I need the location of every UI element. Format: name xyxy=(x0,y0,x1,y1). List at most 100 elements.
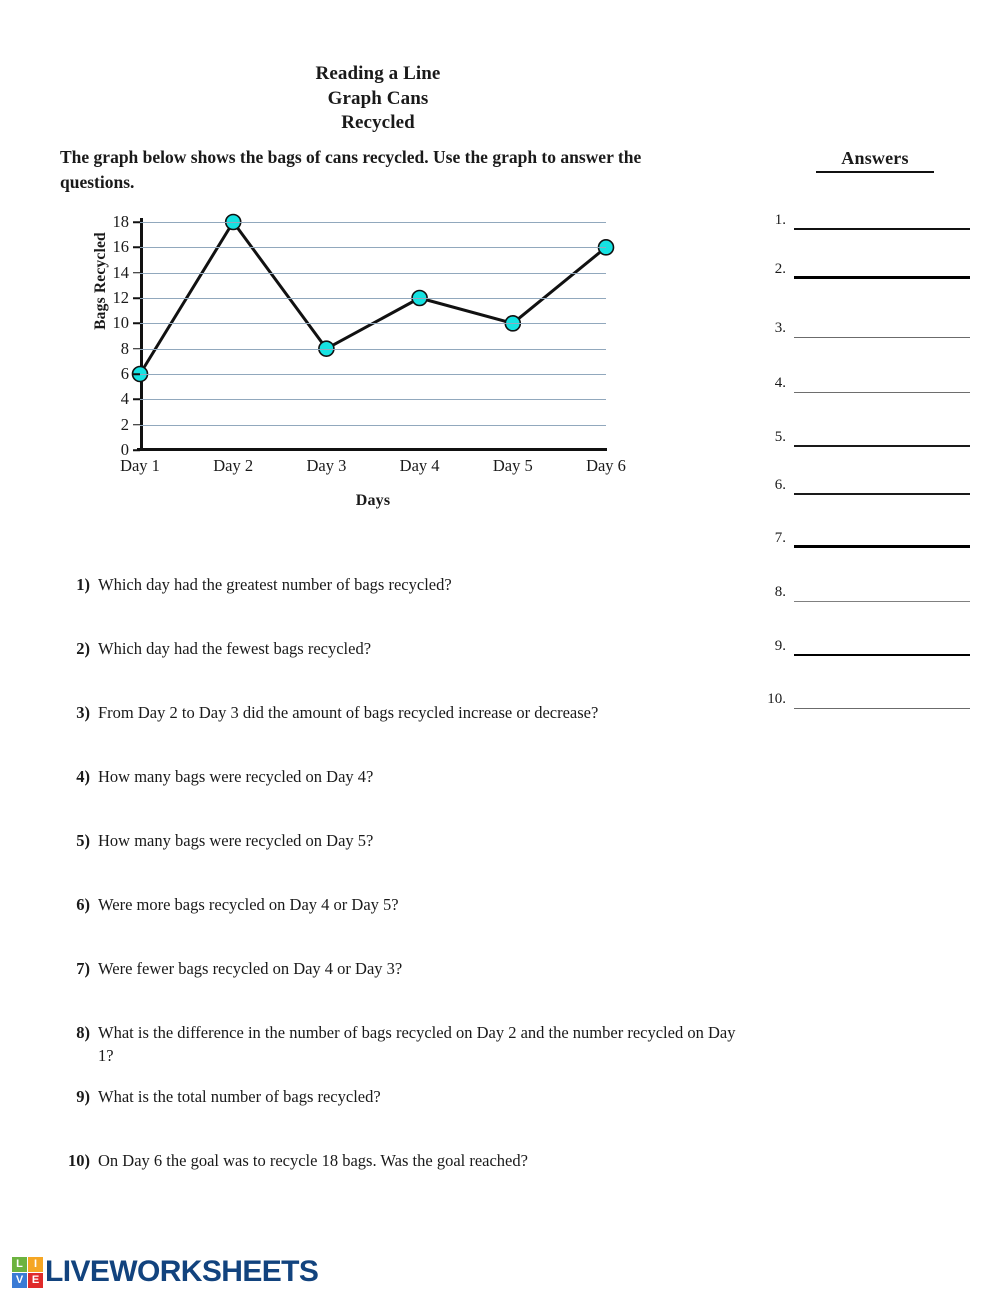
answer-row: 10. xyxy=(760,689,970,709)
answer-number: 7. xyxy=(774,530,786,546)
answer-blank-line[interactable] xyxy=(794,653,970,656)
answer-number: 10. xyxy=(767,691,786,707)
question-text: Which day had the greatest number of bag… xyxy=(98,575,452,594)
logo-tile-i: I xyxy=(28,1256,43,1272)
x-axis-tick-labels: Day 1 Day 2 Day 3 Day 4 Day 5 Day 6 xyxy=(116,456,626,482)
answer-row: 6. xyxy=(760,475,970,495)
question-number: 8) xyxy=(76,1023,90,1042)
liveworksheets-logo: LIVE LIVEWORKSHEETS xyxy=(12,1255,319,1289)
answer-blank-line[interactable] xyxy=(794,276,970,279)
y-axis-tick-label: 16 xyxy=(112,237,130,257)
gridline xyxy=(140,222,606,223)
y-axis-tick-mark xyxy=(133,297,140,299)
question-text: How many bags were recycled on Day 4? xyxy=(98,767,374,786)
page-title-line-3: Recycled xyxy=(341,112,415,133)
y-axis-tick-label: 2 xyxy=(120,414,129,434)
y-axis-tick-mark xyxy=(133,221,140,223)
data-series xyxy=(131,213,615,383)
y-axis-title: Bags Recycled xyxy=(92,232,109,330)
answers-heading: Answers xyxy=(816,148,934,173)
y-axis-tick-label: 6 xyxy=(120,363,129,383)
question-text: What is the difference in the number of … xyxy=(98,1023,736,1065)
question-item: 7) Were fewer bags recycled on Day 4 or D… xyxy=(60,957,748,980)
answer-number: 1. xyxy=(774,212,786,228)
page-title: Reading a Line Graph Cans Recycled xyxy=(0,62,756,136)
question-item: 4) How many bags were recycled on Day 4? xyxy=(60,765,748,788)
question-text: Which day had the fewest bags recycled? xyxy=(98,639,372,658)
question-item: 9) What is the total number of bags recyc… xyxy=(60,1085,748,1108)
answer-row: 4. xyxy=(760,373,970,393)
gridline xyxy=(140,399,606,401)
answer-blank-line[interactable] xyxy=(794,707,970,709)
gridline xyxy=(140,424,606,426)
questions-list: 1) Which day had the greatest number of b… xyxy=(60,573,735,1193)
answer-blank-line[interactable] xyxy=(794,493,970,495)
answers-panel: Answers 1. 2. 3. 4. 5. 6. 7. 8. 9. 10. xyxy=(760,148,970,709)
question-text: From Day 2 to Day 3 did the amount of ba… xyxy=(98,703,599,722)
question-item: 10) On Day 6 the goal was to recycle 18 b… xyxy=(60,1149,748,1172)
line-chart: Bags Recycled 0 2 4 6 8 10 12 14 16 18 Day 1 Day 2… xyxy=(88,213,648,522)
answer-blank-line[interactable] xyxy=(794,391,970,393)
page-title-line-1: Reading a Line xyxy=(315,63,441,84)
x-axis-tick-label: Day 3 xyxy=(306,456,347,475)
answer-number: 6. xyxy=(774,477,786,493)
gridline xyxy=(140,272,606,274)
y-axis-tick-mark xyxy=(133,423,140,426)
x-axis-tick-label: Day 1 xyxy=(120,456,160,475)
question-text: Were fewer bags recycled on Day 4 or Day… xyxy=(98,959,403,978)
y-axis-tick-label: 4 xyxy=(120,389,129,409)
x-axis-tick-label: Day 6 xyxy=(586,456,626,475)
page-title-line-2: Graph Cans xyxy=(327,87,429,109)
logo-tile-l: L xyxy=(12,1256,27,1272)
answer-blank-line[interactable] xyxy=(794,445,970,447)
question-item: 6) Were more bags recycled on Day 4 or Da… xyxy=(60,893,748,916)
gridline xyxy=(140,348,606,350)
answer-row: 8. xyxy=(760,582,970,602)
question-number: 6) xyxy=(76,895,90,914)
answer-number: 5. xyxy=(774,429,786,445)
answer-blank-line[interactable] xyxy=(794,545,970,548)
y-axis-tick-label: 8 xyxy=(120,338,129,358)
plot-area: 0 2 4 6 8 10 12 14 16 18 xyxy=(113,213,615,457)
answer-row: 5. xyxy=(760,427,970,447)
gridline xyxy=(140,374,606,375)
question-text: Were more bags recycled on Day 4 or Day … xyxy=(98,895,399,914)
answer-number: 3. xyxy=(774,320,786,336)
question-number: 10) xyxy=(68,1151,90,1170)
question-item: 3) From Day 2 to Day 3 did the amount of … xyxy=(60,701,748,724)
answer-blank-line[interactable] xyxy=(794,336,970,338)
x-axis-tick-label: Day 4 xyxy=(399,456,440,475)
y-axis-tick-label: 14 xyxy=(112,262,130,282)
answer-blank-line[interactable] xyxy=(794,228,970,230)
y-axis-tick-label: 12 xyxy=(112,287,130,307)
logo-tile-v: V xyxy=(12,1272,27,1288)
answer-number: 4. xyxy=(774,375,786,391)
x-axis-tick-label: Day 2 xyxy=(213,456,254,475)
question-number: 9) xyxy=(76,1087,90,1106)
question-number: 7) xyxy=(76,959,90,978)
question-text: How many bags were recycled on Day 5? xyxy=(98,831,374,850)
question-number: 3) xyxy=(76,703,90,722)
y-axis-tick-mark xyxy=(133,398,140,401)
question-item: 1) Which day had the greatest number of b… xyxy=(60,573,748,596)
answer-number: 2. xyxy=(774,261,786,277)
y-axis-tick-mark xyxy=(133,347,140,350)
answer-row: 9. xyxy=(760,636,970,656)
gridline xyxy=(140,247,606,249)
y-axis-tick-mark xyxy=(133,246,140,249)
y-axis-tick-mark xyxy=(133,373,140,375)
answer-number: 8. xyxy=(774,584,786,600)
question-item: 5) How many bags were recycled on Day 5? xyxy=(60,829,748,852)
question-item: 2) Which day had the fewest bags recycled… xyxy=(60,637,748,660)
question-text: On Day 6 the goal was to recycle 18 bags… xyxy=(98,1151,528,1170)
answer-row: 2. xyxy=(760,259,970,279)
y-axis-tick-mark xyxy=(133,322,140,325)
y-axis-tick-label: 18 xyxy=(112,211,130,231)
instructions-text: The graph below shows the bags of cans r… xyxy=(60,147,642,192)
answer-blank-line[interactable] xyxy=(794,600,970,602)
question-number: 4) xyxy=(76,767,90,786)
x-axis-title: Days xyxy=(355,492,391,509)
question-number: 5) xyxy=(76,831,90,850)
y-axis-tick-mark xyxy=(133,449,140,451)
y-axis-tick-label: 10 xyxy=(112,313,130,333)
